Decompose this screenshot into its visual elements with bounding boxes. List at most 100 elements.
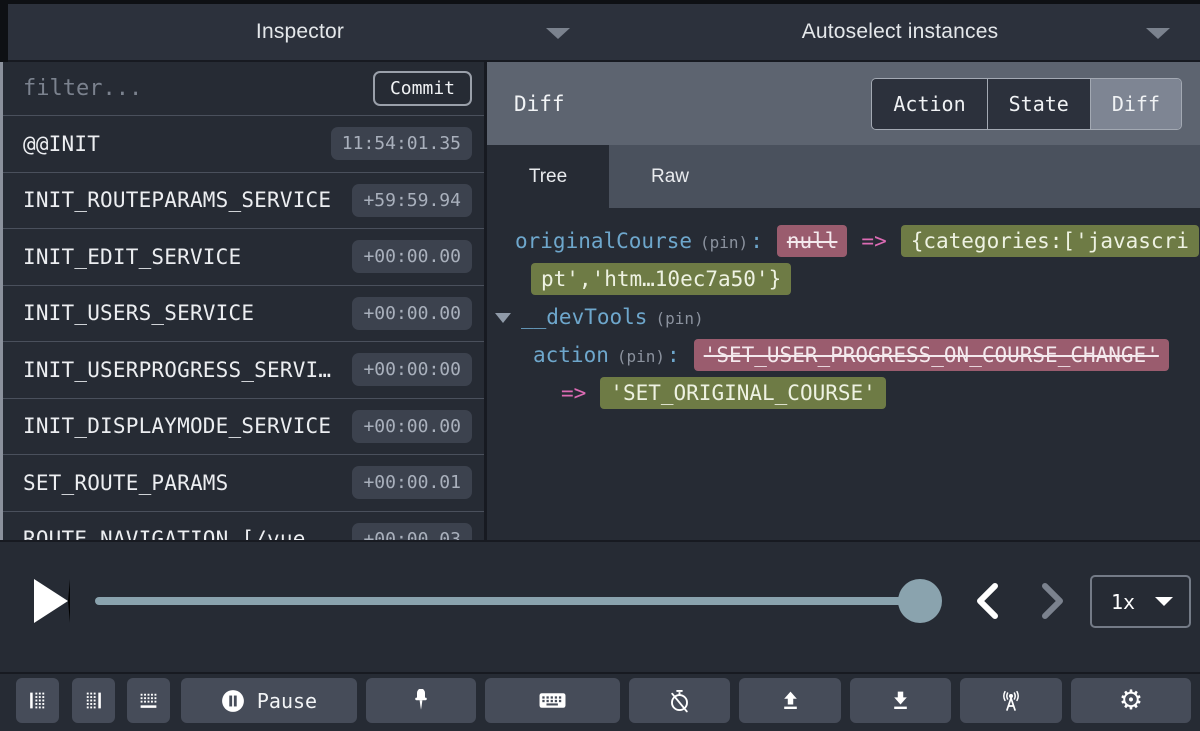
action-name: INIT_EDIT_SERVICE xyxy=(23,245,344,269)
monitor-selector-label: Inspector xyxy=(256,20,344,44)
action-name: ROUTE_NAVIGATION_[/vue xyxy=(23,527,344,540)
diff-removed-value: null xyxy=(777,225,848,257)
action-timestamp: +00:00.03 xyxy=(352,523,472,540)
panel-title: Diff xyxy=(514,92,565,116)
action-timestamp: +00:00.00 xyxy=(352,410,472,443)
tab-state[interactable]: State xyxy=(987,79,1090,129)
action-row-route-navigation[interactable]: ROUTE_NAVIGATION_[/vue +00:00.03 xyxy=(3,512,484,541)
action-timestamp: +59:59.94 xyxy=(352,184,472,217)
pause-label: Pause xyxy=(257,689,317,713)
dispatcher-button[interactable] xyxy=(485,678,620,723)
diff-key[interactable]: action xyxy=(533,343,609,367)
upload-icon xyxy=(780,690,801,711)
stopwatch-off-icon xyxy=(668,689,691,713)
tab-diff[interactable]: Diff xyxy=(1090,79,1181,129)
lock-changes-button[interactable] xyxy=(366,678,476,723)
dock-right-button[interactable] xyxy=(72,678,115,723)
pause-button[interactable]: Pause xyxy=(181,678,357,723)
action-row-set-route-params[interactable]: SET_ROUTE_PARAMS +00:00.01 xyxy=(3,455,484,512)
chevron-right-icon xyxy=(1038,581,1068,621)
filter-input[interactable] xyxy=(23,76,373,101)
commit-button[interactable]: Commit xyxy=(373,71,472,106)
top-bar: Inspector Autoselect instances xyxy=(0,0,1200,62)
diff-row-action-added: => 'SET_ORIGINAL_COURSE' xyxy=(561,374,1200,412)
persist-timer-button[interactable] xyxy=(629,678,730,723)
expander-icon[interactable] xyxy=(495,313,511,323)
slider-thumb[interactable] xyxy=(898,579,942,623)
chevron-down-icon xyxy=(1146,28,1170,39)
diff-panel: Diff Action State Diff Tree Raw original… xyxy=(487,62,1200,540)
subtab-row: Tree Raw xyxy=(487,145,1200,208)
instance-selector-label: Autoselect instances xyxy=(802,20,999,44)
action-name: INIT_DISPLAYMODE_SERVICE xyxy=(23,414,344,438)
diff-added-value: 'SET_ORIGINAL_COURSE' xyxy=(600,377,886,409)
action-row-init[interactable]: @@INIT 11:54:01.35 xyxy=(3,116,484,173)
diff-added-value-continued: pt','htm…10ec7a50'} xyxy=(531,263,791,295)
import-button[interactable] xyxy=(850,678,951,723)
action-timestamp: +00:00.00 xyxy=(352,240,472,273)
action-timestamp: +00:00.00 xyxy=(352,297,472,330)
diff-row-original-course-wrap: pt','htm…10ec7a50'} xyxy=(531,260,1200,298)
view-tab-group: Action State Diff xyxy=(871,78,1182,130)
playback-speed-select[interactable]: 1x xyxy=(1090,575,1191,628)
step-back-button[interactable] xyxy=(972,581,1002,624)
subtab-raw[interactable]: Raw xyxy=(609,145,731,208)
diff-tree: originalCourse (pin): null => {categories:['… xyxy=(487,208,1200,412)
broadcast-antenna-icon xyxy=(999,689,1023,713)
diff-arrow: => xyxy=(561,381,586,405)
pause-icon xyxy=(221,689,245,713)
play-button[interactable] xyxy=(34,579,70,623)
chevron-down-icon xyxy=(1155,597,1173,606)
colon: : xyxy=(750,229,763,253)
dock-bottom-button[interactable] xyxy=(127,678,170,723)
colon: : xyxy=(667,343,680,367)
diff-row-original-course: originalCourse (pin): null => {categories:['… xyxy=(515,222,1200,260)
action-row-users-service[interactable]: INIT_USERS_SERVICE +00:00.00 xyxy=(3,286,484,343)
diff-key[interactable]: originalCourse xyxy=(515,229,692,253)
settings-button[interactable]: ⚙ xyxy=(1071,678,1191,723)
bottom-toolbar: Pause xyxy=(0,672,1200,731)
pin-icon xyxy=(410,689,432,713)
main-area: Commit @@INIT 11:54:01.35 INIT_ROUTEPARA… xyxy=(0,62,1200,540)
diff-key[interactable]: __devTools xyxy=(521,305,647,329)
keyboard-icon xyxy=(539,691,566,710)
diff-arrow: => xyxy=(861,229,886,253)
action-name: INIT_USERS_SERVICE xyxy=(23,301,344,325)
monitor-selector[interactable]: Inspector xyxy=(0,4,600,60)
dock-left-button[interactable] xyxy=(16,678,59,723)
action-name: INIT_ROUTEPARAMS_SERVICE xyxy=(23,188,344,212)
filter-row: Commit xyxy=(3,62,484,116)
diff-added-value: {categories:['javascri xyxy=(901,225,1199,257)
speed-value: 1x xyxy=(1111,590,1135,614)
step-forward-button[interactable] xyxy=(1038,581,1068,624)
pin-toggle[interactable]: (pin) xyxy=(655,309,703,328)
action-timestamp: 11:54:01.35 xyxy=(331,127,472,160)
remote-button[interactable] xyxy=(960,678,1062,723)
dock-bottom-icon xyxy=(138,690,159,711)
diff-row-devtools: __devTools (pin) xyxy=(495,298,1200,336)
action-row-displaymode[interactable]: INIT_DISPLAYMODE_SERVICE +00:00.00 xyxy=(3,399,484,456)
dock-left-icon xyxy=(27,690,48,711)
instance-selector[interactable]: Autoselect instances xyxy=(600,4,1200,60)
action-row-routeparams[interactable]: INIT_ROUTEPARAMS_SERVICE +59:59.94 xyxy=(3,173,484,230)
download-icon xyxy=(890,690,911,711)
pin-toggle[interactable]: (pin) xyxy=(617,347,665,366)
action-row-userprogress[interactable]: INIT_USERPROGRESS_SERVI… +00:00:00 xyxy=(3,342,484,399)
playback-bar xyxy=(0,540,1200,672)
diff-panel-header: Diff Action State Diff xyxy=(487,62,1200,145)
tab-action[interactable]: Action xyxy=(872,79,986,129)
action-list-panel: Commit @@INIT 11:54:01.35 INIT_ROUTEPARA… xyxy=(3,62,484,540)
action-timestamp: +00:00:00 xyxy=(352,353,472,386)
pin-toggle[interactable]: (pin) xyxy=(700,233,748,252)
action-row-edit-service[interactable]: INIT_EDIT_SERVICE +00:00.00 xyxy=(3,229,484,286)
gear-icon: ⚙ xyxy=(1119,687,1143,714)
diff-removed-value: 'SET_USER_PROGRESS_ON_COURSE_CHANGE' xyxy=(694,339,1169,371)
subtab-tree[interactable]: Tree xyxy=(487,145,609,208)
timeline-slider[interactable] xyxy=(95,597,940,605)
chevron-down-icon xyxy=(546,28,570,39)
export-button[interactable] xyxy=(739,678,841,723)
action-name: SET_ROUTE_PARAMS xyxy=(23,471,344,495)
action-name: INIT_USERPROGRESS_SERVI… xyxy=(23,358,344,382)
dock-right-icon xyxy=(83,690,104,711)
chevron-left-icon xyxy=(972,581,1002,621)
